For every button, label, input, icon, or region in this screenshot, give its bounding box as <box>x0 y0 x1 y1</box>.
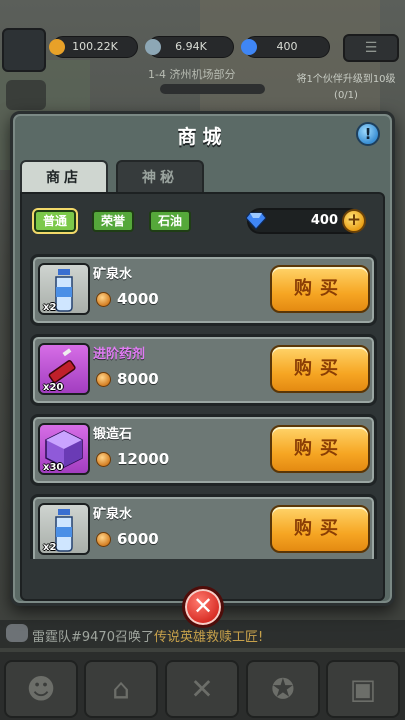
coin-icon <box>96 532 111 547</box>
diamond-icon <box>246 212 266 230</box>
elixir-counter[interactable]: 6.94K <box>145 36 234 58</box>
shop-item: x2 矿泉水 6000 购买 <box>30 494 377 559</box>
chat-highlight: 传说英雄救赎工匠! <box>153 630 264 645</box>
potion-syringe-icon: x20 <box>38 343 90 395</box>
medal-icon: ✪ <box>271 672 295 706</box>
menu-button[interactable]: ☰ <box>343 34 399 62</box>
nav-honor[interactable]: ✪ <box>246 660 320 718</box>
item-name: 矿泉水 <box>93 507 133 522</box>
chat-prefix: 雷霆队#9470召唤了 <box>32 630 154 645</box>
coin-icon <box>96 292 111 307</box>
filter-oil[interactable]: 石油 <box>149 210 192 232</box>
item-quantity: x30 <box>43 462 64 473</box>
chat-message: 雷霆队#9470召唤了传说英雄救赎工匠! <box>32 626 263 645</box>
player-avatar[interactable] <box>2 28 46 72</box>
item-price: 8000 <box>117 370 159 388</box>
buy-button[interactable]: 购买 <box>270 425 370 473</box>
list-icon: ☰ <box>364 40 378 56</box>
task-text[interactable]: 将1个伙伴升级到10级(0/1) <box>290 72 402 104</box>
item-price: 4000 <box>117 290 159 308</box>
item-quantity: x2 <box>43 542 57 553</box>
buy-button[interactable]: 购买 <box>270 265 370 313</box>
gem-balance: 400 + <box>246 208 366 234</box>
shop-panel: 普通 荣誉 石油 400 + x2 矿泉水 4000 购买 x20 进阶药剂 8… <box>20 192 385 601</box>
dialog-title: 商城 <box>177 126 228 148</box>
stage-label: 1-4 济州机场部分 <box>148 68 236 81</box>
info-button[interactable]: ! <box>356 122 380 146</box>
gem-icon <box>241 39 257 55</box>
elixir-icon <box>145 39 161 55</box>
buy-button[interactable]: 购买 <box>270 505 370 553</box>
tab-mystery[interactable]: 神秘 <box>116 160 204 192</box>
item-price: 12000 <box>117 450 170 468</box>
shop-dialog: 商城 ! 商店 神秘 普通 荣誉 石油 400 + x2 矿泉水 4000 购买… <box>10 111 395 606</box>
item-name: 锻造石 <box>93 427 133 442</box>
tab-shop[interactable]: 商店 <box>20 160 108 192</box>
water-bottle-icon: x2 <box>38 263 90 315</box>
stage-progress-bar <box>160 84 265 94</box>
nav-base[interactable]: ⌂ <box>84 660 158 718</box>
gem-amount: 400 <box>276 40 298 53</box>
shop-item: x20 进阶药剂 8000 购买 <box>30 334 377 406</box>
add-gems-button[interactable]: + <box>342 209 366 233</box>
shop-item: x2 矿泉水 4000 购买 <box>30 254 377 326</box>
coin-icon <box>96 452 111 467</box>
chest-icon: ▣ <box>349 672 377 706</box>
coin-icon <box>96 372 111 387</box>
nav-heroes[interactable]: ☻ <box>4 660 78 718</box>
water-bottle-icon: x2 <box>38 503 90 555</box>
coin-icon <box>49 39 65 55</box>
item-name: 进阶药剂 <box>93 347 146 362</box>
item-quantity: x20 <box>43 382 64 393</box>
side-event-icon[interactable] <box>6 80 46 110</box>
item-name: 矿泉水 <box>93 267 133 282</box>
heroes-icon: ☻ <box>26 672 56 706</box>
elixir-amount: 6.94K <box>175 40 207 53</box>
gem-counter[interactable]: 400 <box>241 36 330 58</box>
base-icon: ⌂ <box>112 672 130 706</box>
item-quantity: x2 <box>43 302 57 313</box>
filter-honor[interactable]: 荣誉 <box>92 210 135 232</box>
nav-craft[interactable]: ✕ <box>165 660 239 718</box>
shop-item: x30 锻造石 12000 购买 <box>30 414 377 486</box>
gem-balance-amount: 400 <box>310 213 338 228</box>
tools-icon: ✕ <box>190 672 214 706</box>
buy-button[interactable]: 购买 <box>270 345 370 393</box>
item-list[interactable]: x2 矿泉水 4000 购买 x20 进阶药剂 8000 购买 x30 锻造石 … <box>30 254 380 559</box>
item-price: 6000 <box>117 530 159 548</box>
filter-normal[interactable]: 普通 <box>34 210 77 232</box>
nav-chest[interactable]: ▣ <box>326 660 400 718</box>
close-button[interactable]: ✕ <box>182 586 224 628</box>
coin-counter[interactable]: 100.22K <box>49 36 138 58</box>
chat-icon[interactable] <box>6 624 28 642</box>
forge-stone-icon: x30 <box>38 423 90 475</box>
coin-amount: 100.22K <box>72 40 118 53</box>
